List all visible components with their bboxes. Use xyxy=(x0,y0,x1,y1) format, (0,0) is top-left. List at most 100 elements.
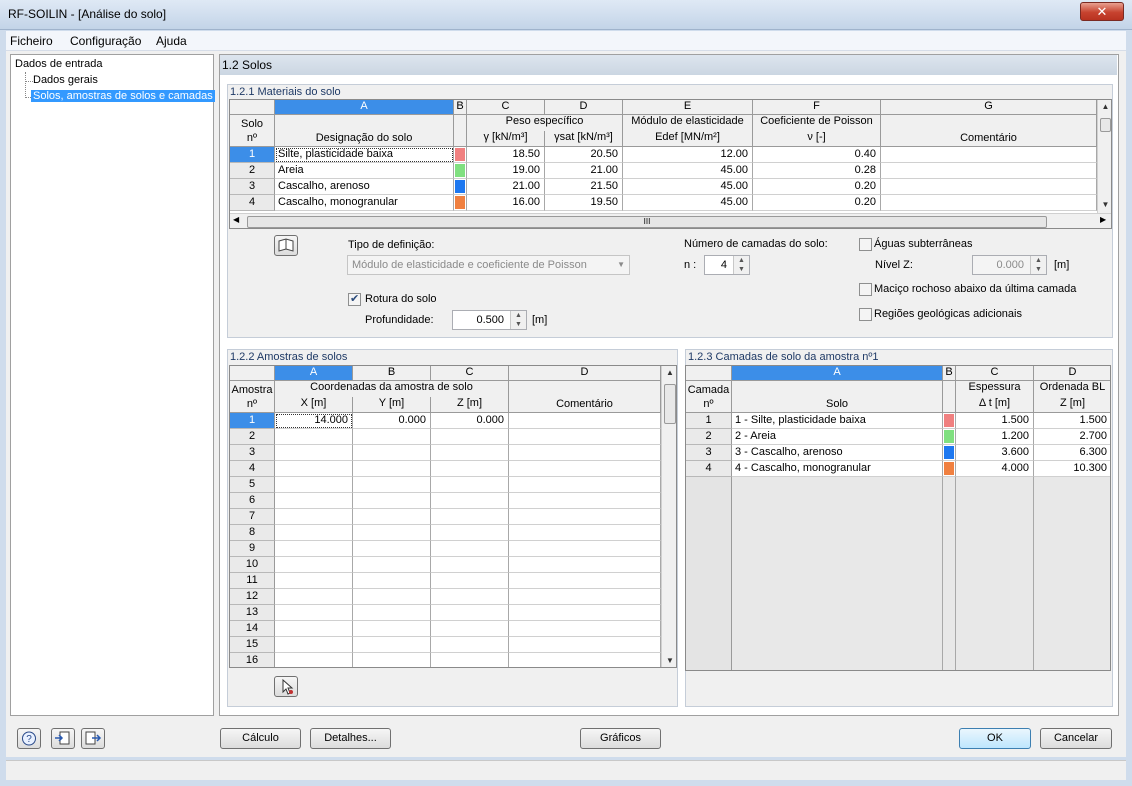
comment-cell[interactable] xyxy=(509,429,661,445)
y-cell[interactable] xyxy=(353,429,431,445)
col-letter-a[interactable]: A xyxy=(275,100,454,115)
col-letter-a[interactable]: A xyxy=(275,366,353,381)
col-letter-b[interactable]: B xyxy=(943,366,956,381)
tree-item-general-data[interactable]: Dados gerais xyxy=(33,74,98,86)
comment-cell[interactable] xyxy=(509,653,661,667)
row-number[interactable]: 3 xyxy=(230,445,275,461)
z-cell[interactable] xyxy=(431,637,509,653)
x-cell[interactable] xyxy=(275,557,353,573)
graphics-button[interactable]: Gráficos xyxy=(580,728,661,749)
color-cell[interactable] xyxy=(454,179,467,195)
scroll-thumb[interactable] xyxy=(1100,118,1111,132)
row-number[interactable]: 10 xyxy=(230,557,275,573)
x-cell[interactable] xyxy=(275,525,353,541)
gamma-sat-cell[interactable]: 19.50 xyxy=(545,195,623,211)
comment-cell[interactable] xyxy=(509,605,661,621)
edef-cell[interactable]: 45.00 xyxy=(623,195,753,211)
close-button[interactable]: ✕ xyxy=(1080,2,1124,21)
calculation-button[interactable]: Cálculo xyxy=(220,728,301,749)
col-letter-c[interactable]: C xyxy=(431,366,509,381)
row-number[interactable]: 5 xyxy=(230,477,275,493)
x-cell[interactable] xyxy=(275,605,353,621)
y-cell[interactable] xyxy=(353,445,431,461)
gamma-sat-cell[interactable]: 21.00 xyxy=(545,163,623,179)
levelz-spinner[interactable]: ▲ ▼ xyxy=(1030,256,1046,274)
z-cell[interactable] xyxy=(431,557,509,573)
col-letter-c[interactable]: C xyxy=(467,100,545,115)
comment-cell[interactable] xyxy=(509,445,661,461)
row-number[interactable]: 3 xyxy=(230,179,275,195)
color-cell[interactable] xyxy=(454,163,467,179)
x-cell[interactable] xyxy=(275,653,353,667)
x-cell[interactable] xyxy=(275,573,353,589)
z-cell[interactable] xyxy=(431,445,509,461)
layer-soil-cell[interactable]: 3 - Cascalho, arenoso xyxy=(732,445,943,461)
gamma-cell[interactable]: 18.50 xyxy=(467,147,545,163)
depth-spinner[interactable]: ▲ ▼ xyxy=(510,311,526,329)
z-cell[interactable] xyxy=(431,621,509,637)
poisson-cell[interactable]: 0.28 xyxy=(753,163,881,179)
comment-cell[interactable] xyxy=(881,195,1097,211)
gamma-sat-cell[interactable]: 20.50 xyxy=(545,147,623,163)
samples-vscroll[interactable]: ▲ ▼ xyxy=(661,366,676,667)
col-letter-b[interactable]: B xyxy=(353,366,431,381)
row-number[interactable]: 7 xyxy=(230,509,275,525)
row-number[interactable]: 16 xyxy=(230,653,275,667)
row-number[interactable]: 2 xyxy=(230,429,275,445)
z-cell[interactable] xyxy=(431,605,509,621)
x-cell[interactable] xyxy=(275,541,353,557)
row-number[interactable]: 4 xyxy=(230,195,275,211)
col-letter-e[interactable]: E xyxy=(623,100,753,115)
materials-hscroll[interactable]: ◀ III ▶ xyxy=(230,213,1111,228)
layers-count-spinner[interactable]: ▲ ▼ xyxy=(733,256,749,274)
row-number[interactable]: 2 xyxy=(686,429,732,445)
y-cell[interactable] xyxy=(353,621,431,637)
row-number[interactable]: 14 xyxy=(230,621,275,637)
y-cell[interactable] xyxy=(353,573,431,589)
z-cell[interactable] xyxy=(431,589,509,605)
soil-name-cell[interactable]: Areia xyxy=(275,163,454,179)
gamma-cell[interactable]: 21.00 xyxy=(467,179,545,195)
y-cell[interactable] xyxy=(353,605,431,621)
y-cell[interactable] xyxy=(353,493,431,509)
details-button[interactable]: Detalhes... xyxy=(310,728,391,749)
rock-checkbox[interactable] xyxy=(859,283,872,296)
row-number[interactable]: 1 xyxy=(230,413,275,429)
cancel-button[interactable]: Cancelar xyxy=(1040,728,1112,749)
comment-cell[interactable] xyxy=(509,509,661,525)
row-number[interactable]: 13 xyxy=(230,605,275,621)
poisson-cell[interactable]: 0.20 xyxy=(753,179,881,195)
soil-name-cell[interactable]: Cascalho, monogranular xyxy=(275,195,454,211)
comment-cell[interactable] xyxy=(509,413,661,429)
gamma-cell[interactable]: 16.00 xyxy=(467,195,545,211)
comment-cell[interactable] xyxy=(509,525,661,541)
scroll-right-icon[interactable]: ▶ xyxy=(1100,215,1106,224)
depth-input[interactable]: 0.500 ▲ ▼ xyxy=(452,310,527,330)
y-cell[interactable] xyxy=(353,525,431,541)
comment-cell[interactable] xyxy=(509,637,661,653)
col-letter-d[interactable]: D xyxy=(509,366,661,381)
layers-count-input[interactable]: 4 ▲ ▼ xyxy=(704,255,750,275)
scroll-left-icon[interactable]: ◀ xyxy=(233,215,239,224)
z-cell[interactable] xyxy=(431,493,509,509)
z-cell[interactable] xyxy=(431,477,509,493)
comment-cell[interactable] xyxy=(881,179,1097,195)
gamma-sat-cell[interactable]: 21.50 xyxy=(545,179,623,195)
row-number[interactable]: 4 xyxy=(230,461,275,477)
menu-ajuda[interactable]: Ajuda xyxy=(156,34,187,48)
x-cell[interactable] xyxy=(275,445,353,461)
comment-cell[interactable] xyxy=(509,477,661,493)
y-cell[interactable] xyxy=(353,653,431,667)
y-cell[interactable] xyxy=(353,541,431,557)
y-cell[interactable] xyxy=(353,589,431,605)
menu-configuracao[interactable]: Configuração xyxy=(70,34,141,48)
export-button[interactable] xyxy=(81,728,105,749)
z-cell[interactable] xyxy=(431,653,509,667)
row-number[interactable]: 4 xyxy=(686,461,732,477)
soil-name-cell[interactable]: Silte, plasticidade baixa xyxy=(275,147,454,163)
row-number[interactable]: 11 xyxy=(230,573,275,589)
row-number[interactable]: 12 xyxy=(230,589,275,605)
levelz-input[interactable]: 0.000 ▲ ▼ xyxy=(972,255,1047,275)
row-number[interactable]: 15 xyxy=(230,637,275,653)
row-number[interactable]: 1 xyxy=(686,413,732,429)
